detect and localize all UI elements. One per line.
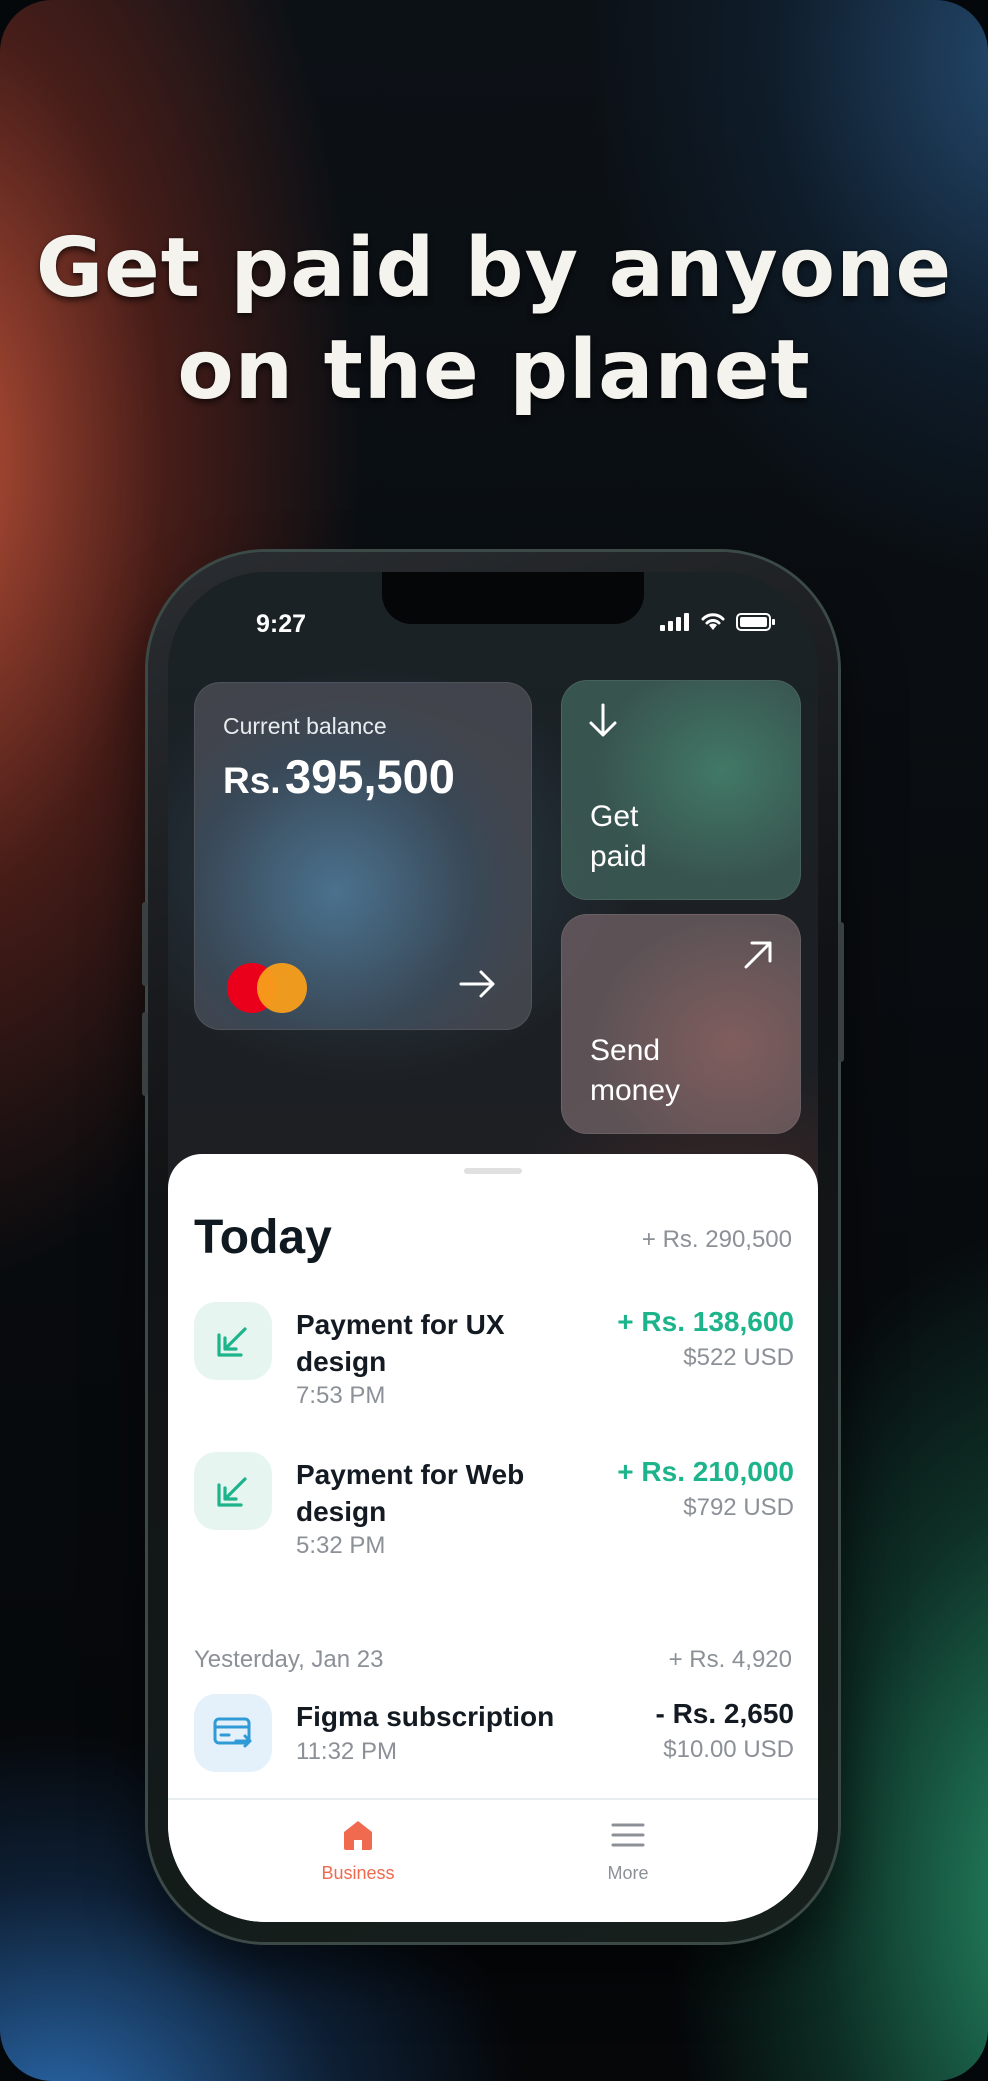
transaction-row[interactable]: Figma subscription 11:32 PM - Rs. 2,650 …	[194, 1694, 794, 1804]
transaction-usd: $522 USD	[683, 1344, 794, 1371]
wifi-icon	[701, 613, 725, 630]
transaction-title: Payment for UX design	[296, 1309, 505, 1377]
headline-line-1: Get paid by anyone	[35, 221, 953, 316]
mastercard-logo	[227, 963, 307, 1013]
headline: Get paid by anyone on the planet	[0, 218, 988, 422]
arrow-down-icon	[589, 703, 617, 737]
sheet-grabber[interactable]	[464, 1168, 522, 1174]
payment-received-icon	[194, 1452, 272, 1530]
transaction-title: Figma subscription	[296, 1701, 555, 1732]
transaction-amount: - Rs. 2,650	[655, 1698, 794, 1729]
get-paid-button[interactable]: Get paid	[561, 680, 801, 900]
tab-more-label: More	[607, 1863, 649, 1883]
tab-more[interactable]: More	[548, 1818, 708, 1884]
get-paid-label: Get paid	[590, 800, 647, 873]
today-total: + Rs. 290,500	[641, 1226, 792, 1253]
tab-business-label: Business	[321, 1863, 395, 1883]
notch	[382, 572, 644, 624]
menu-icon	[611, 1823, 645, 1847]
subscription-card-icon	[194, 1694, 272, 1772]
section-title-today: Today	[194, 1211, 332, 1264]
transaction-time: 11:32 PM	[296, 1738, 397, 1765]
volume-up-button	[142, 902, 148, 986]
transaction-usd: $792 USD	[683, 1494, 794, 1521]
balance-card[interactable]: Current balance Rs. 395,500	[194, 682, 532, 1030]
volume-down-button	[142, 1012, 148, 1096]
arrow-up-right-icon	[744, 941, 772, 969]
balance-label: Current balance	[223, 713, 387, 739]
transaction-amount: + Rs. 210,000	[617, 1456, 794, 1487]
transaction-usd: $10.00 USD	[663, 1736, 794, 1763]
send-money-label: Send money	[590, 1034, 681, 1107]
tab-business[interactable]: Business	[278, 1818, 438, 1884]
transaction-time: 7:53 PM	[296, 1382, 386, 1409]
phone-screen: 9:27 Current balance Rs. 395,500 Get pai…	[168, 572, 818, 1922]
phone-frame: 9:27 Current balance Rs. 395,500 Get pai…	[142, 552, 844, 1942]
section-title-yesterday: Yesterday, Jan 23	[194, 1646, 384, 1673]
status-time: 9:27	[256, 610, 307, 638]
headline-line-2: on the planet	[177, 323, 811, 418]
payment-received-icon	[194, 1302, 272, 1380]
send-money-button[interactable]: Send money	[561, 914, 801, 1134]
arrow-right-icon[interactable]	[459, 969, 497, 999]
transaction-row[interactable]: Payment for UX design 7:53 PM + Rs. 138,…	[194, 1302, 794, 1412]
balance-value: 395,500	[285, 750, 455, 803]
balance-currency: Rs.	[223, 760, 281, 801]
yesterday-total: + Rs. 4,920	[668, 1646, 792, 1673]
status-icons	[660, 612, 776, 632]
transaction-row[interactable]: Payment for Web design 5:32 PM + Rs. 210…	[194, 1452, 794, 1562]
home-icon	[344, 1821, 372, 1850]
power-button	[838, 922, 844, 1062]
tab-bar: Business More	[168, 1798, 818, 1922]
battery-icon	[736, 613, 775, 631]
transaction-time: 5:32 PM	[296, 1532, 386, 1559]
transaction-title: Payment for Web design	[296, 1459, 525, 1527]
transaction-amount: + Rs. 138,600	[617, 1306, 794, 1337]
signal-icon	[660, 613, 689, 631]
balance-amount: Rs. 395,500	[223, 749, 455, 804]
